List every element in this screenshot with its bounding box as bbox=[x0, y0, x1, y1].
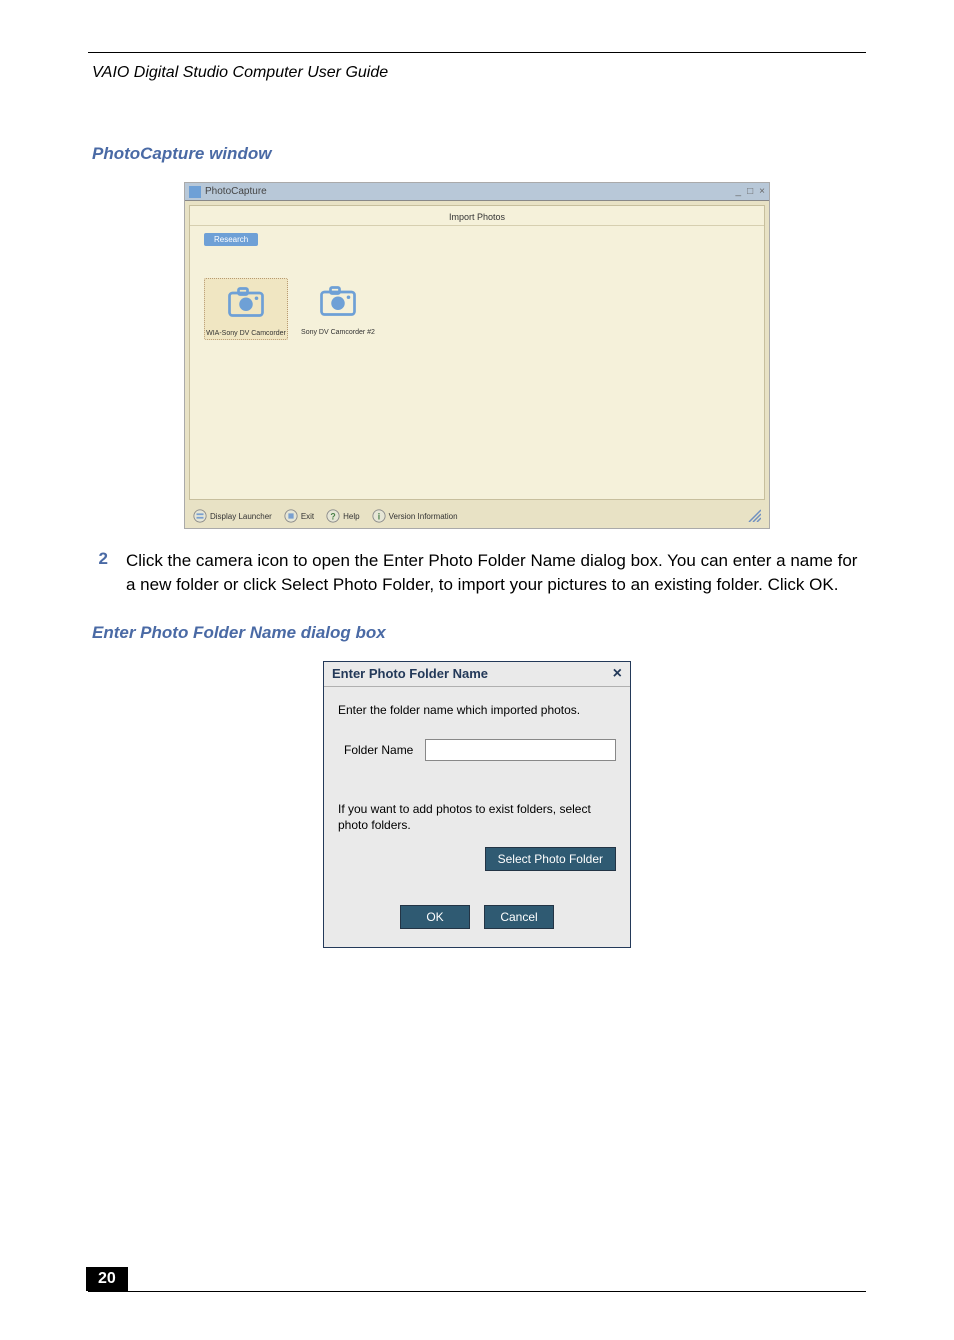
dialog-instruction: Enter the folder name which imported pho… bbox=[338, 703, 616, 717]
camera-icon bbox=[228, 287, 264, 317]
bottom-rule bbox=[88, 1291, 866, 1292]
version-info-button[interactable]: i Version Information bbox=[372, 509, 458, 523]
section-heading-dialog: Enter Photo Folder Name dialog box bbox=[92, 623, 862, 643]
device-item[interactable]: Sony DV Camcorder #2 bbox=[296, 278, 380, 340]
folder-name-input[interactable] bbox=[425, 739, 616, 761]
device-list: WIA-Sony DV Camcorder Sony DV Camcorder … bbox=[190, 226, 764, 340]
enter-photo-folder-dialog: Enter Photo Folder Name × Enter the fold… bbox=[323, 661, 631, 948]
window-titlebar: PhotoCapture _ □ × bbox=[185, 183, 769, 201]
help-icon: ? bbox=[326, 509, 340, 523]
close-icon[interactable]: × bbox=[613, 666, 622, 682]
research-tab[interactable]: Research bbox=[204, 233, 258, 246]
running-header: VAIO Digital Studio Computer User Guide bbox=[92, 64, 388, 82]
folder-name-label: Folder Name bbox=[338, 743, 413, 757]
resize-grip-icon[interactable] bbox=[747, 508, 761, 525]
step-text: Click the camera icon to open the Enter … bbox=[126, 549, 862, 597]
svg-text:i: i bbox=[377, 512, 379, 522]
help-button[interactable]: ? Help bbox=[326, 509, 359, 523]
device-item[interactable]: WIA-Sony DV Camcorder bbox=[204, 278, 288, 340]
version-label: Version Information bbox=[389, 512, 458, 521]
cancel-button[interactable]: Cancel bbox=[484, 905, 554, 929]
top-rule bbox=[88, 52, 866, 53]
dialog-title: Enter Photo Folder Name bbox=[332, 666, 488, 681]
help-label: Help bbox=[343, 512, 359, 521]
launcher-icon bbox=[193, 509, 207, 523]
window-title: PhotoCapture bbox=[205, 186, 267, 197]
photocapture-window: PhotoCapture _ □ × Import Photos Researc… bbox=[184, 182, 770, 529]
panel-title: Import Photos bbox=[190, 206, 764, 226]
display-launcher-button[interactable]: Display Launcher bbox=[193, 509, 272, 523]
dialog-instruction-2: If you want to add photos to exist folde… bbox=[338, 801, 616, 833]
info-icon: i bbox=[372, 509, 386, 523]
camera-icon bbox=[320, 286, 356, 316]
close-icon[interactable]: × bbox=[759, 187, 765, 197]
svg-text:?: ? bbox=[330, 512, 335, 522]
maximize-icon[interactable]: □ bbox=[747, 187, 753, 197]
exit-icon bbox=[284, 509, 298, 523]
device-label: Sony DV Camcorder #2 bbox=[296, 329, 380, 336]
window-body: Import Photos Research WIA-Sony DV Camco… bbox=[189, 205, 765, 500]
exit-button[interactable]: Exit bbox=[284, 509, 314, 523]
minimize-icon[interactable]: _ bbox=[736, 187, 742, 197]
app-icon bbox=[189, 186, 201, 198]
instruction-step: 2 Click the camera icon to open the Ente… bbox=[92, 549, 862, 597]
ok-button[interactable]: OK bbox=[400, 905, 470, 929]
status-bar: Display Launcher Exit ? Help i Version I… bbox=[185, 504, 769, 528]
launcher-label: Display Launcher bbox=[210, 512, 272, 521]
section-heading-photocapture: PhotoCapture window bbox=[92, 144, 862, 164]
select-photo-folder-button[interactable]: Select Photo Folder bbox=[485, 847, 616, 871]
device-label: WIA-Sony DV Camcorder bbox=[205, 330, 287, 337]
dialog-titlebar: Enter Photo Folder Name × bbox=[324, 662, 630, 687]
exit-label: Exit bbox=[301, 512, 314, 521]
page-number: 20 bbox=[86, 1267, 128, 1291]
step-number: 2 bbox=[92, 549, 108, 597]
